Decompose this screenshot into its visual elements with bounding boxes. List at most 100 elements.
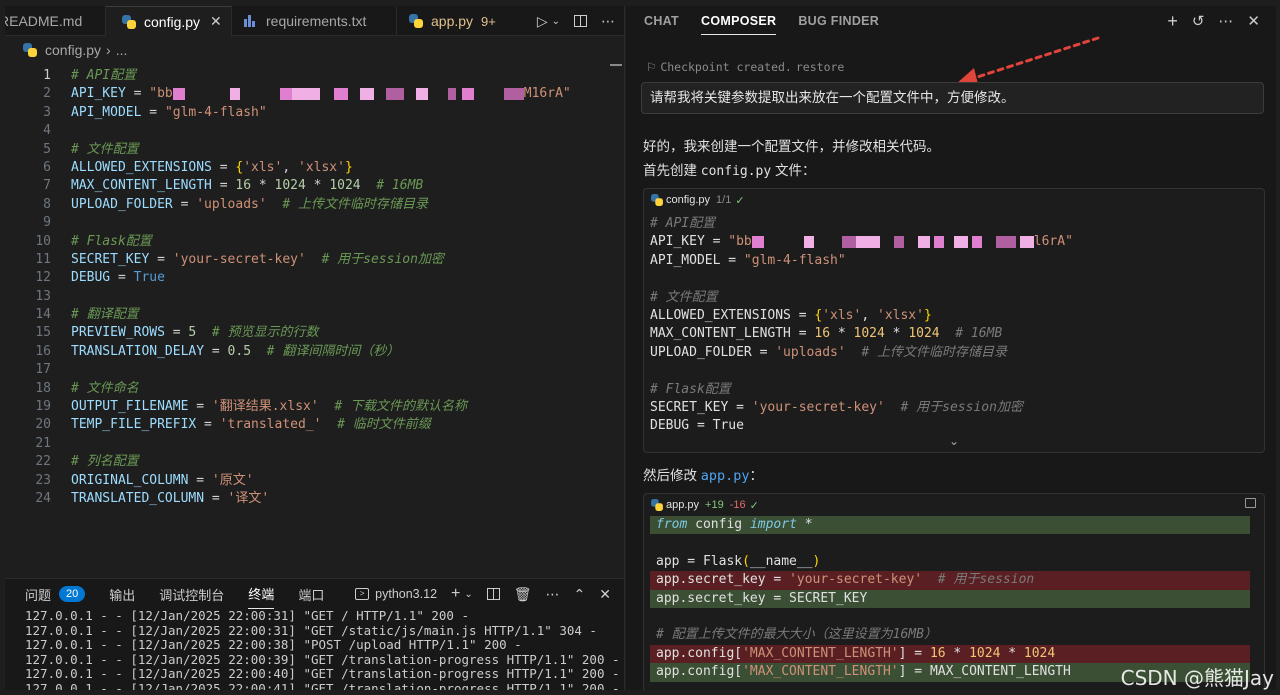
code-token: l6rA" [1033,234,1073,250]
tab-requirements[interactable]: requirements.txt [232,6,397,36]
split-editor-icon[interactable] [574,15,587,27]
terminal-output[interactable]: 127.0.0.1 - - [12/Jan/2025 22:00:31] "GE… [5,608,624,690]
diff-removed-line: app.config['MAX_CONTENT_LENGTH'] = 16 * … [650,644,1250,664]
close-icon[interactable]: ✕ [210,13,222,30]
code-block-header: config.py 1/1 ✓ [644,189,1264,211]
code-line[interactable]: 21 [5,435,610,453]
code-block-filename[interactable]: config.py [666,194,710,206]
user-message[interactable]: 请帮我将关键参数提取出来放在一个配置文件中，方便修改。 [641,82,1264,114]
restore-link[interactable]: restore [796,60,844,74]
code-line[interactable]: 19 OUTPUT_FILENAME = '翻译结果.xlsx' # 下载文件的默… [5,398,610,416]
diff-body[interactable]: from config import * app = Flask(__name__… [650,516,1250,682]
code-line[interactable]: 14 # 翻译配置 [5,306,610,324]
more-icon[interactable]: ⋯ [546,586,560,603]
code-token: "bb [149,86,173,102]
terminal-icon: > [355,588,370,600]
code-line: # API配置 [644,215,1264,233]
close-icon[interactable]: ✕ [1247,12,1260,30]
code-editor[interactable]: 1 # API配置 2 API_KEY = "bb M16rA" 3 API_MODEL =… [5,67,610,508]
code-line[interactable]: 15 PREVIEW_ROWS = 5 # 预览显示的行数 [5,324,610,342]
trash-icon[interactable]: 🗑 [514,586,532,603]
code-line[interactable]: 5 # 文件配置 [5,141,610,159]
terminal-selector[interactable]: > python3.12 [355,587,437,601]
code-token: 'translated_' [219,417,322,433]
code-token: = [188,399,212,415]
code-token: 'your-secret-key' [789,572,923,588]
code-line[interactable]: 23 ORIGINAL_COLUMN = '原文' [5,472,610,490]
tab-problems[interactable]: 问题 20 [25,579,86,609]
code-line[interactable]: 4 [5,122,610,140]
code-line[interactable]: 22 # 列名配置 [5,453,610,471]
chevron-down-icon[interactable]: ⌄ [644,435,1264,449]
code-line[interactable]: 17 [5,361,610,379]
tab-bug-finder[interactable]: BUG FINDER [798,14,879,28]
code-line[interactable]: 3 API_MODEL = "glm-4-flash" [5,104,610,122]
code-line[interactable]: 10 # Flask配置 [5,233,610,251]
code-line[interactable]: 13 [5,288,610,306]
python-icon [651,194,663,206]
code-token: TRANSLATED_COLUMN [71,490,205,506]
reply-text: 然后修改 [643,468,701,483]
chevron-up-icon[interactable]: ⌃ [574,586,586,603]
line-text: API_KEY = "bb M16rA" [51,85,571,103]
more-icon[interactable]: ⋯ [1218,12,1233,30]
line-number: 19 [35,399,51,415]
code-block-body[interactable]: # API配置 API_KEY = "bb l6rA" API_MODEL = "gl… [644,211,1264,436]
history-icon[interactable]: ↺ [1192,12,1205,30]
code-line[interactable]: 12 DEBUG = True [5,269,610,287]
tab-label: 端口 [298,587,325,603]
run-icon[interactable]: ▷ [537,13,548,30]
tab-output[interactable]: 输出 [109,579,135,609]
breadcrumb-file[interactable]: config.py [45,42,101,58]
code-line[interactable]: 2 API_KEY = "bb M16rA" [5,85,610,103]
toggle-diff-icon[interactable] [1245,498,1256,508]
code-token: # API配置 [650,216,716,231]
scroll-marker[interactable] [610,64,622,66]
code-line[interactable]: 18 # 文件命名 [5,380,610,398]
plus-icon[interactable]: + [1167,11,1178,32]
close-icon[interactable]: ✕ [599,586,611,603]
code-line[interactable]: 1 # API配置 [5,67,610,85]
code-line[interactable]: 16 TRANSLATION_DELAY = 0.5 # 翻译间隔时间（秒） [5,343,610,361]
code-line[interactable]: 24 TRANSLATED_COLUMN = '译文' [5,490,610,508]
code-block-app: app.py +19 -16 ✓ from config import * app… [643,493,1265,690]
diff-removed-line: app.secret_key = 'your-secret-key' # 用于s… [650,571,1250,590]
code-line[interactable]: 9 [5,214,610,232]
code-token: # 用于session [922,572,1035,588]
more-icon[interactable]: ⋯ [601,13,615,30]
chevron-down-icon[interactable]: ⌄ [552,16,560,27]
tab-label: README.md [5,13,83,29]
code-line[interactable]: 6 ALLOWED_EXTENSIONS = {'xls', 'xlsx'} [5,159,610,177]
tab-readme[interactable]: README.md [5,6,106,36]
line-number: 24 [35,490,51,506]
chevron-right-icon: › [106,42,111,58]
python-icon [409,14,423,28]
chevron-down-icon[interactable]: ⌄ [464,589,472,600]
tab-terminal[interactable]: 终端 [248,579,275,609]
split-terminal-icon[interactable] [486,588,500,600]
code-token: = [204,490,228,506]
tab-chat[interactable]: CHAT [644,14,679,28]
tab-debug-console[interactable]: 调试控制台 [159,579,224,609]
code-line[interactable]: 8 UPLOAD_FOLDER = 'uploads' # 上传文件临时存储目录 [5,196,610,214]
breadcrumb-rest[interactable]: ... [116,42,128,58]
code-token: # 上传文件临时存储目录 [266,196,428,212]
code-line[interactable]: 11 SECRET_KEY = 'your-secret-key' # 用于ses… [5,251,610,269]
code-block-filename[interactable]: app.py [666,499,699,511]
tab-ports[interactable]: 端口 [298,579,324,609]
line-text: TEMP_FILE_PREFIX = 'translated_' # 临时文件前… [51,416,431,434]
code-line[interactable]: 7 MAX_CONTENT_LENGTH = 16 * 1024 * 1024 #… [5,177,610,195]
line-text [51,288,71,306]
add-terminal-icon[interactable]: + [451,585,460,603]
tab-config-py[interactable]: config.py ✕ [106,6,232,36]
file-link[interactable]: app.py [701,468,750,484]
tab-composer[interactable]: COMPOSER [701,14,777,35]
code-token: 'uploads' [775,344,846,360]
code-token: ( [742,553,750,569]
tab-app-py[interactable]: app.py 9+ [397,6,507,36]
code-token: = [125,86,150,102]
code-line[interactable]: 20 TEMP_FILE_PREFIX = 'translated_' # 临时文… [5,416,610,434]
